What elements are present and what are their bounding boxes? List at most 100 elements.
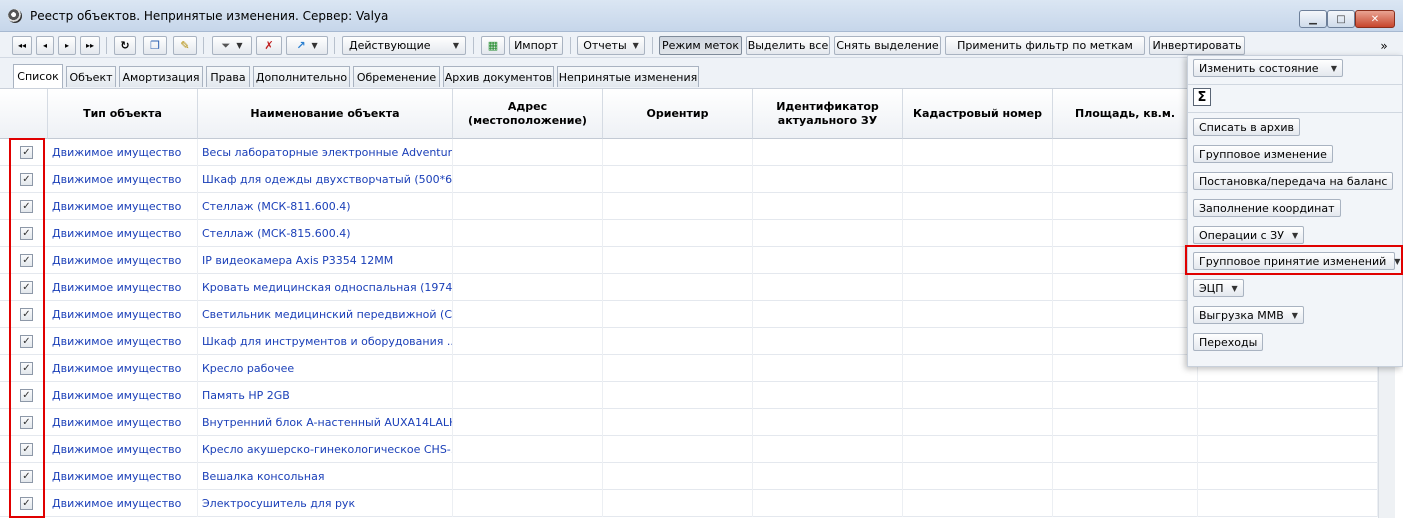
tab-unaccepted-changes[interactable]: Непринятые изменения <box>557 66 699 87</box>
row-checkbox[interactable]: ✓ <box>20 173 33 186</box>
reports-button[interactable]: Отчеты ▼ <box>577 36 645 55</box>
goto-icon[interactable]: ↗ ▼ <box>286 36 328 55</box>
row-checkbox[interactable]: ✓ <box>20 200 33 213</box>
cell-name[interactable]: Память HP 2GB <box>198 382 453 409</box>
table-row[interactable]: ✓ Движимое имущество Кресло акушерско-гине… <box>0 436 1378 463</box>
row-checkbox[interactable]: ✓ <box>20 389 33 402</box>
cell-name[interactable]: Стеллаж (МСК-815.600.4) <box>198 220 453 247</box>
table-row[interactable]: ✓ Движимое имущество Весы лабораторные эле… <box>0 139 1378 166</box>
tab-document-archive[interactable]: Архив документов <box>443 66 554 87</box>
cell-type[interactable]: Движимое имущество <box>48 166 198 193</box>
cell-type[interactable]: Движимое имущество <box>48 139 198 166</box>
fill-coordinates-button[interactable]: Заполнение координат <box>1193 199 1341 217</box>
close-button[interactable]: ✕ <box>1355 10 1395 28</box>
tab-object[interactable]: Объект <box>66 66 116 87</box>
row-checkbox[interactable]: ✓ <box>20 281 33 294</box>
ecp-button[interactable]: ЭЦП ▼ <box>1193 279 1244 297</box>
cell-name[interactable]: Электросушитель для рук <box>198 490 453 517</box>
toolbar-overflow-icon[interactable]: » <box>1374 36 1394 55</box>
cell-type[interactable]: Движимое имущество <box>48 355 198 382</box>
balance-button[interactable]: Постановка/передача на баланс <box>1193 172 1394 190</box>
column-header-landmark[interactable]: Ориентир <box>603 89 753 139</box>
cell-name[interactable]: Шкаф для инструментов и оборудования ... <box>198 328 453 355</box>
minimize-button[interactable]: ▁ <box>1299 10 1327 28</box>
import-button[interactable]: Импорт <box>509 36 563 55</box>
cell-type[interactable]: Движимое имущество <box>48 463 198 490</box>
row-checkbox[interactable]: ✓ <box>20 416 33 429</box>
status-filter-select[interactable]: Действующие ▼ <box>342 36 466 55</box>
table-row[interactable]: ✓ Движимое имущество Внутренний блок A-нас… <box>0 409 1378 436</box>
first-record-icon[interactable]: ◂◂ <box>12 36 32 55</box>
row-checkbox[interactable]: ✓ <box>20 362 33 375</box>
column-header-type[interactable]: Тип объекта <box>48 89 198 139</box>
row-checkbox[interactable]: ✓ <box>20 227 33 240</box>
column-header-land-id[interactable]: Идентификатор актуального ЗУ <box>753 89 903 139</box>
transitions-button[interactable]: Переходы <box>1193 333 1264 351</box>
column-header-name[interactable]: Наименование объекта <box>198 89 453 139</box>
table-row[interactable]: ✓ Движимое имущество Память HP 2GB <box>0 382 1378 409</box>
row-checkbox[interactable]: ✓ <box>20 335 33 348</box>
cell-name[interactable]: IP видеокамера Axis P3354 12MM <box>198 247 453 274</box>
cell-type[interactable]: Движимое имущество <box>48 247 198 274</box>
column-header-area[interactable]: Площадь, кв.м. <box>1053 89 1198 139</box>
table-row[interactable]: ✓ Движимое имущество Стеллаж (МСК-811.600.… <box>0 193 1378 220</box>
change-state-button[interactable]: Изменить состояние ▼ <box>1193 59 1343 77</box>
apply-mark-filter-button[interactable]: Применить фильтр по меткам <box>945 36 1145 55</box>
row-checkbox[interactable]: ✓ <box>20 497 33 510</box>
cell-name[interactable]: Внутренний блок A-настенный AUXA14LALH <box>198 409 453 436</box>
column-header-cadastral[interactable]: Кадастровый номер <box>903 89 1053 139</box>
tab-depreciation[interactable]: Амортизация <box>119 66 203 87</box>
row-checkbox[interactable]: ✓ <box>20 470 33 483</box>
invert-button[interactable]: Инвертировать <box>1149 36 1245 55</box>
table-row[interactable]: ✓ Движимое имущество Электросушитель для р… <box>0 490 1378 517</box>
cell-type[interactable]: Движимое имущество <box>48 382 198 409</box>
land-operations-button[interactable]: Операции с ЗУ ▼ <box>1193 226 1305 244</box>
cell-name[interactable]: Кресло рабочее <box>198 355 453 382</box>
cell-type[interactable]: Движимое имущество <box>48 328 198 355</box>
prev-record-icon[interactable]: ◂ <box>36 36 54 55</box>
row-checkbox[interactable]: ✓ <box>20 146 33 159</box>
cell-name[interactable]: Светильник медицинский передвижной (С... <box>198 301 453 328</box>
table-row[interactable]: ✓ Движимое имущество Вешалка консольная <box>0 463 1378 490</box>
cell-name[interactable]: Весы лабораторные электронные Adventur..… <box>198 139 453 166</box>
group-accept-changes-button[interactable]: Групповое принятие изменений ▼ <box>1193 252 1400 270</box>
table-row[interactable]: ✓ Движимое имущество IP видеокамера Axis P… <box>0 247 1378 274</box>
table-row[interactable]: ✓ Движимое имущество Шкаф для одежды двухс… <box>0 166 1378 193</box>
sum-icon[interactable]: Σ <box>1193 88 1211 106</box>
cell-type[interactable]: Движимое имущество <box>48 436 198 463</box>
excel-export-icon[interactable]: ▦ <box>481 36 505 55</box>
select-all-button[interactable]: Выделить все <box>746 36 830 55</box>
group-change-button[interactable]: Групповое изменение <box>1193 145 1333 163</box>
row-checkbox[interactable]: ✓ <box>20 308 33 321</box>
cell-type[interactable]: Движимое имущество <box>48 274 198 301</box>
cell-name[interactable]: Шкаф для одежды двухстворчатый (500*60..… <box>198 166 453 193</box>
clear-filter-icon[interactable]: ✗ <box>256 36 282 55</box>
cell-type[interactable]: Движимое имущество <box>48 409 198 436</box>
table-row[interactable]: ✓ Движимое имущество Светильник медицински… <box>0 301 1378 328</box>
tab-encumbrance[interactable]: Обременение <box>353 66 440 87</box>
table-row[interactable]: ✓ Движимое имущество Стеллаж (МСК-815.600.… <box>0 220 1378 247</box>
refresh-icon[interactable]: ↻ <box>114 36 136 55</box>
cell-name[interactable]: Кровать медицинская односпальная (1974..… <box>198 274 453 301</box>
cell-name[interactable]: Стеллаж (МСК-811.600.4) <box>198 193 453 220</box>
last-record-icon[interactable]: ▸▸ <box>80 36 100 55</box>
edit-icon[interactable]: ✎ <box>173 36 197 55</box>
mmv-export-button[interactable]: Выгрузка ММВ ▼ <box>1193 306 1304 324</box>
maximize-button[interactable]: □ <box>1327 10 1355 28</box>
cell-type[interactable]: Движимое имущество <box>48 490 198 517</box>
row-checkbox[interactable]: ✓ <box>20 254 33 267</box>
cell-name[interactable]: Кресло акушерско-гинекологическое CHS-..… <box>198 436 453 463</box>
column-header-address[interactable]: Адрес (местоположение) <box>453 89 603 139</box>
table-row[interactable]: ✓ Движимое имущество Кровать медицинская о… <box>0 274 1378 301</box>
clear-selection-button[interactable]: Снять выделение <box>834 36 941 55</box>
checkbox-column-header[interactable] <box>0 89 48 139</box>
tab-list[interactable]: Список <box>13 64 63 88</box>
table-row[interactable]: ✓ Движимое имущество Шкаф для инструментов… <box>0 328 1378 355</box>
archive-button[interactable]: Списать в архив <box>1193 118 1301 136</box>
table-row[interactable]: ✓ Движимое имущество Кресло рабочее <box>0 355 1378 382</box>
copy-icon[interactable]: ❐ <box>143 36 167 55</box>
cell-type[interactable]: Движимое имущество <box>48 220 198 247</box>
tab-additional[interactable]: Дополнительно <box>253 66 350 87</box>
filter-icon[interactable]: ⏷ ▼ <box>212 36 252 55</box>
cell-name[interactable]: Вешалка консольная <box>198 463 453 490</box>
